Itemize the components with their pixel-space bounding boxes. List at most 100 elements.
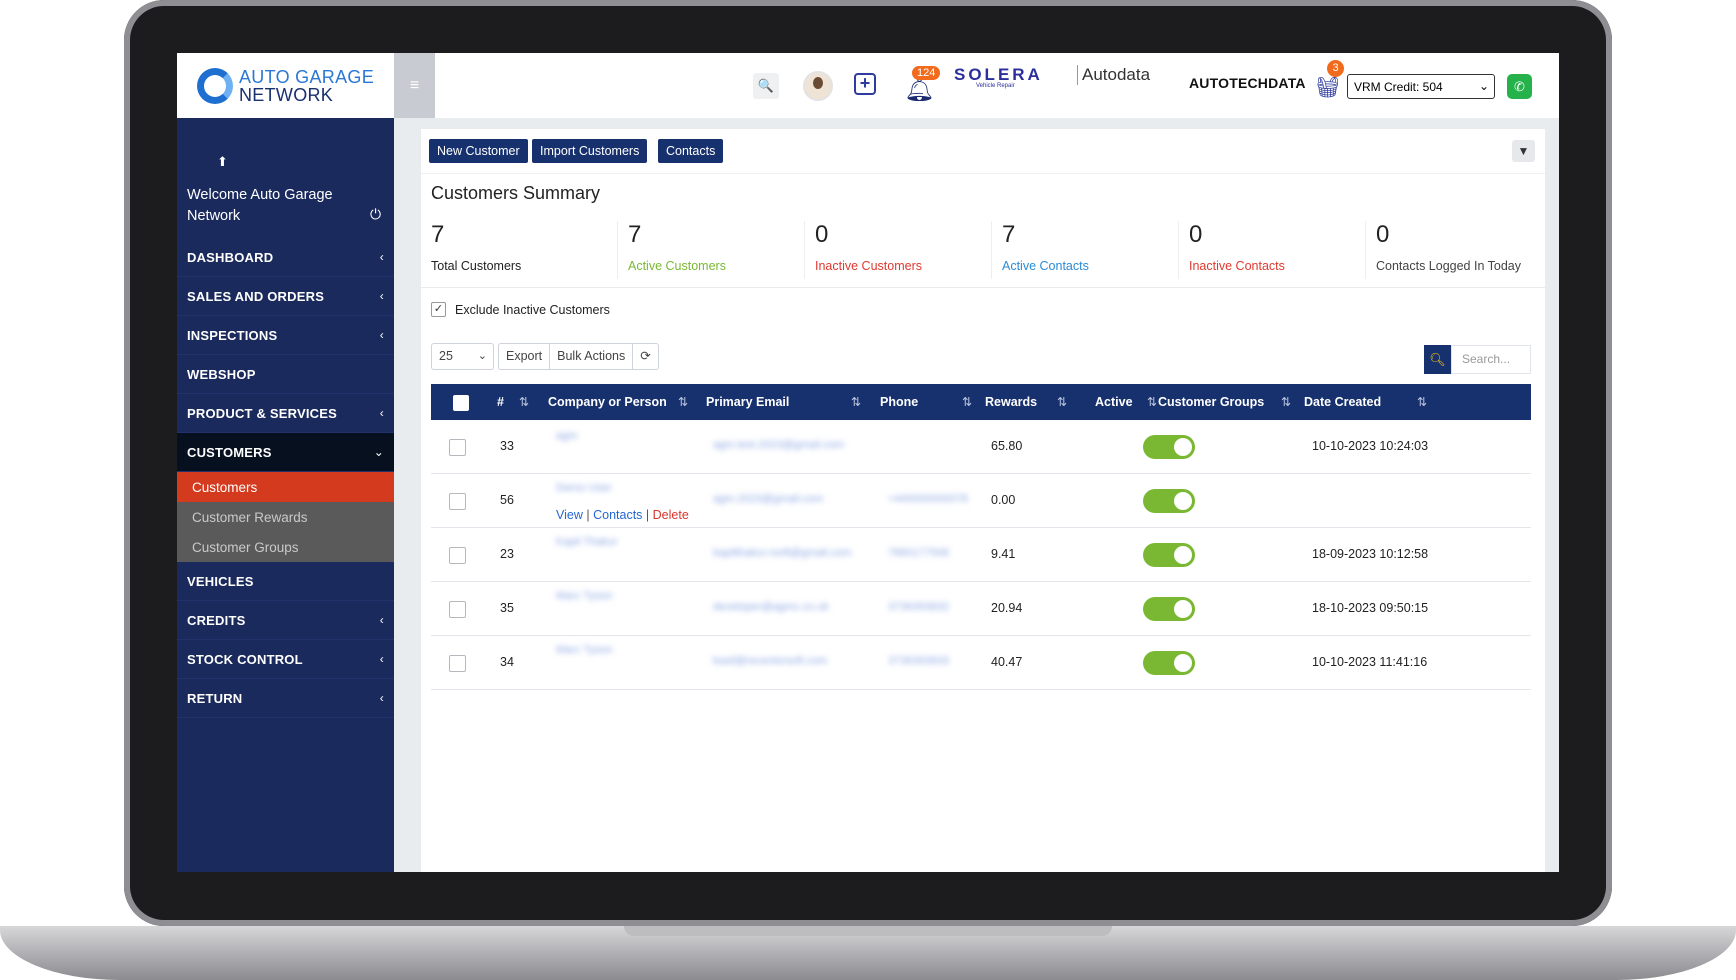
cell-company[interactable]: Kapil Thakur: [556, 536, 618, 548]
add-icon[interactable]: +: [854, 73, 876, 95]
hamburger-menu-icon[interactable]: ≡: [394, 53, 435, 118]
cell-company[interactable]: agm: [556, 430, 577, 442]
active-toggle[interactable]: [1143, 597, 1195, 621]
chevron-left-icon: ‹: [379, 289, 384, 303]
row-checkbox[interactable]: [449, 601, 466, 618]
bulk-actions-button[interactable]: Bulk Actions: [550, 343, 634, 370]
import-customers-button[interactable]: Import Customers: [532, 139, 648, 163]
sidebar-item-return[interactable]: RETURN ‹: [177, 679, 394, 718]
sidebar-item-stock-control[interactable]: STOCK CONTROL ‹: [177, 640, 394, 679]
export-button[interactable]: Export: [498, 343, 551, 370]
page-size-select[interactable]: 25 ⌄: [431, 343, 494, 370]
table-row[interactable]: 34 Marc Tyson kasil@recentsrsoft.com 373…: [431, 636, 1531, 690]
basket-icon[interactable]: 🧺︎: [1315, 75, 1340, 100]
search-input[interactable]: Search...: [1451, 345, 1531, 374]
new-customer-button[interactable]: New Customer: [429, 139, 528, 163]
sidebar-subitem-customers[interactable]: Customers: [177, 472, 394, 502]
table-header: # ⇅ Company or Person ⇅ Primary Email ⇅ Pho…: [431, 384, 1531, 420]
arrow-up-icon[interactable]: ⬆: [217, 154, 228, 170]
sidebar-item-customers[interactable]: CUSTOMERS ⌄: [177, 433, 394, 472]
column-date-created[interactable]: Date Created ⇅: [1304, 384, 1427, 420]
sort-icon[interactable]: ⇅: [519, 384, 529, 420]
avatar[interactable]: [803, 71, 833, 101]
autodata-logo[interactable]: Autodata: [1077, 65, 1150, 85]
view-link[interactable]: View: [556, 508, 583, 522]
sidebar-item-label: DASHBOARD: [187, 249, 274, 265]
cell-email[interactable]: agm.test.2023@gmail.com: [713, 439, 844, 451]
contacts-button[interactable]: Contacts: [658, 139, 724, 163]
sidebar-item-inspections[interactable]: INSPECTIONS ‹: [177, 316, 394, 355]
sort-icon[interactable]: ⇅: [962, 384, 972, 420]
autotechdata-logo[interactable]: AUTOTECHDATA: [1189, 75, 1306, 91]
sidebar-item-vehicles[interactable]: VEHICLES: [177, 562, 394, 601]
row-checkbox[interactable]: [449, 547, 466, 564]
table-row[interactable]: 23 Kapil Thakur kapilthakur.rsoft@gmail.…: [431, 528, 1531, 582]
table-row[interactable]: 33 agm agm.test.2023@gmail.com 65.80 10-…: [431, 420, 1531, 474]
row-checkbox[interactable]: [449, 493, 466, 510]
vrm-credit-select[interactable]: VRM Credit: 504 ⌄: [1347, 74, 1495, 99]
active-toggle[interactable]: [1143, 543, 1195, 567]
contacts-link[interactable]: Contacts: [593, 508, 642, 522]
sort-icon[interactable]: ⇅: [851, 384, 861, 420]
search-icon[interactable]: 🔍: [753, 73, 779, 99]
cell-date-created: 10-10-2023 10:24:03: [1312, 439, 1429, 453]
filter-icon[interactable]: ▼: [1512, 140, 1535, 162]
sort-icon[interactable]: ⇅: [1417, 384, 1427, 420]
cell-email[interactable]: kapilthakur.rsoft@gmail.com: [713, 547, 851, 559]
stat-contacts-logged-in: 0 Contacts Logged In Today: [1366, 221, 1553, 279]
cell-date-created: 18-10-2023 09:50:15: [1312, 601, 1429, 615]
cart-badge: 3: [1327, 60, 1344, 77]
checkmark-icon[interactable]: ✓: [431, 302, 446, 317]
column-active[interactable]: Active ⇅: [1095, 384, 1157, 420]
cell-date-created: 10-10-2023 11:41:16: [1312, 655, 1428, 669]
cell-company[interactable]: Marc Tyson: [556, 644, 613, 656]
notification-badge: 124: [912, 66, 941, 80]
chevron-down-icon: ⌄: [477, 350, 487, 362]
cell-company[interactable]: Marc Tyson: [556, 590, 613, 602]
whatsapp-icon[interactable]: ✆: [1507, 74, 1532, 99]
column-company[interactable]: Company or Person ⇅: [548, 384, 688, 420]
sidebar-item-dashboard[interactable]: DASHBOARD ‹: [177, 238, 394, 277]
column-customer-groups[interactable]: Customer Groups ⇅: [1158, 384, 1291, 420]
sort-icon[interactable]: ⇅: [1147, 384, 1157, 420]
cell-email[interactable]: agm.2023@gmail.com: [713, 493, 823, 505]
power-icon[interactable]: ⏻: [370, 206, 381, 223]
search-icon[interactable]: 🔍︎: [1424, 345, 1451, 374]
link-separator: |: [586, 508, 590, 522]
column-email[interactable]: Primary Email ⇅: [706, 384, 861, 420]
sidebar-subitem-customer-rewards[interactable]: Customer Rewards: [177, 502, 394, 532]
active-toggle[interactable]: [1143, 435, 1195, 459]
sort-icon[interactable]: ⇅: [678, 384, 688, 420]
table-row[interactable]: 56 Demo User View | Contacts | Delete ag…: [431, 474, 1531, 528]
solera-logo[interactable]: SOLERA Vehicle Repair: [954, 65, 1043, 89]
vrm-credit-value: VRM Credit: 504: [1354, 80, 1443, 94]
cell-email[interactable]: kasil@recentsrsoft.com: [713, 655, 827, 667]
sidebar-item-label: CUSTOMERS: [187, 444, 272, 460]
sort-icon[interactable]: ⇅: [1281, 384, 1291, 420]
brand-logo[interactable]: AUTO GARAGE NETWORK: [177, 53, 394, 118]
sidebar-item-credits[interactable]: CREDITS ‹: [177, 601, 394, 640]
row-checkbox[interactable]: [449, 655, 466, 672]
table-toolbar: 25 ⌄ Export Bulk Actions ⟳: [431, 343, 659, 370]
cell-company[interactable]: Demo User: [556, 482, 612, 494]
column-phone[interactable]: Phone ⇅: [880, 384, 972, 420]
sidebar-item-webshop[interactable]: WEBSHOP: [177, 355, 394, 394]
column-rewards[interactable]: Rewards ⇅: [985, 384, 1067, 420]
row-checkbox[interactable]: [449, 439, 466, 456]
exclude-inactive-checkbox[interactable]: ✓ Exclude Inactive Customers: [431, 302, 610, 317]
sort-icon[interactable]: ⇅: [1057, 384, 1067, 420]
cell-date-created: 18-09-2023 10:12:58: [1312, 547, 1429, 561]
table-row[interactable]: 35 Marc Tyson developer@agmc.co.uk 37363…: [431, 582, 1531, 636]
cell-email[interactable]: developer@agmc.co.uk: [713, 601, 829, 613]
select-all-checkbox[interactable]: [453, 395, 469, 411]
app-screen: AUTO GARAGE NETWORK ≡ 🔍 + 🔔︎ 124 SOLERA …: [177, 53, 1559, 872]
refresh-icon[interactable]: ⟳: [633, 343, 659, 370]
sidebar-item-product-services[interactable]: PRODUCT & SERVICES ‹: [177, 394, 394, 433]
column-id[interactable]: # ⇅: [497, 384, 529, 420]
delete-link[interactable]: Delete: [653, 508, 689, 522]
chevron-left-icon: ‹: [379, 250, 384, 264]
active-toggle[interactable]: [1143, 489, 1195, 513]
sidebar-item-sales-and-orders[interactable]: SALES AND ORDERS ‹: [177, 277, 394, 316]
sidebar-subitem-customer-groups[interactable]: Customer Groups: [177, 532, 394, 562]
active-toggle[interactable]: [1143, 651, 1195, 675]
